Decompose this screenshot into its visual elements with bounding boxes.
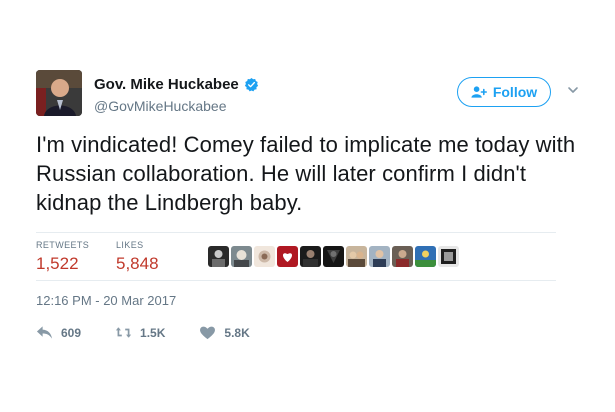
likes-label: LIKES [116, 240, 144, 250]
display-name-text[interactable]: Gov. Mike Huckabee [94, 76, 239, 93]
retweet-icon [115, 327, 132, 338]
profile-photo [36, 70, 82, 116]
liker-avatar[interactable] [231, 246, 252, 267]
verified-badge-icon [244, 77, 258, 92]
follow-button[interactable]: Follow [457, 77, 551, 107]
liker-avatar[interactable] [323, 246, 344, 267]
stats-divider-bottom [36, 280, 556, 281]
like-button[interactable]: 5.8K [199, 325, 250, 340]
display-name[interactable]: Gov. Mike Huckabee [94, 76, 259, 93]
reply-icon [36, 326, 53, 339]
liker-avatar[interactable] [415, 246, 436, 267]
liker-avatar[interactable] [369, 246, 390, 267]
tweet-actions: 609 1.5K 5.8K [36, 325, 284, 340]
like-count: 5.8K [224, 325, 250, 340]
add-user-icon [471, 86, 487, 98]
heart-icon [200, 326, 216, 340]
liker-avatar[interactable] [438, 246, 459, 267]
retweets-value: 1,522 [36, 254, 79, 273]
liker-avatar[interactable] [346, 246, 367, 267]
retweets-stat[interactable]: RETWEETS 1,522 [36, 240, 89, 274]
stats-divider-top [36, 232, 556, 233]
liker-avatar[interactable] [300, 246, 321, 267]
avatar[interactable] [36, 70, 82, 116]
chevron-down-icon[interactable] [567, 84, 579, 96]
liker-avatar[interactable] [392, 246, 413, 267]
follow-button-label: Follow [492, 84, 538, 100]
retweets-label: RETWEETS [36, 240, 90, 250]
user-handle[interactable]: @GovMikeHuckabee [94, 98, 259, 114]
liker-avatar[interactable] [277, 246, 298, 267]
retweet-count: 1.5K [140, 325, 166, 340]
retweet-button[interactable]: 1.5K [115, 325, 165, 340]
likes-stat[interactable]: LIKES 5,848 [116, 240, 159, 274]
tweet-text: I'm vindicated! Comey failed to implicat… [36, 132, 576, 215]
likes-value: 5,848 [116, 254, 159, 273]
liker-avatar[interactable] [208, 246, 229, 267]
liker-avatar[interactable] [254, 246, 275, 267]
likers-list [208, 246, 459, 267]
user-info: Gov. Mike Huckabee @GovMikeHuckabee [94, 76, 259, 114]
reply-count: 609 [61, 325, 82, 340]
reply-button[interactable]: 609 [36, 325, 81, 340]
tweet-timestamp[interactable]: 12:16 PM - 20 Mar 2017 [36, 293, 176, 308]
